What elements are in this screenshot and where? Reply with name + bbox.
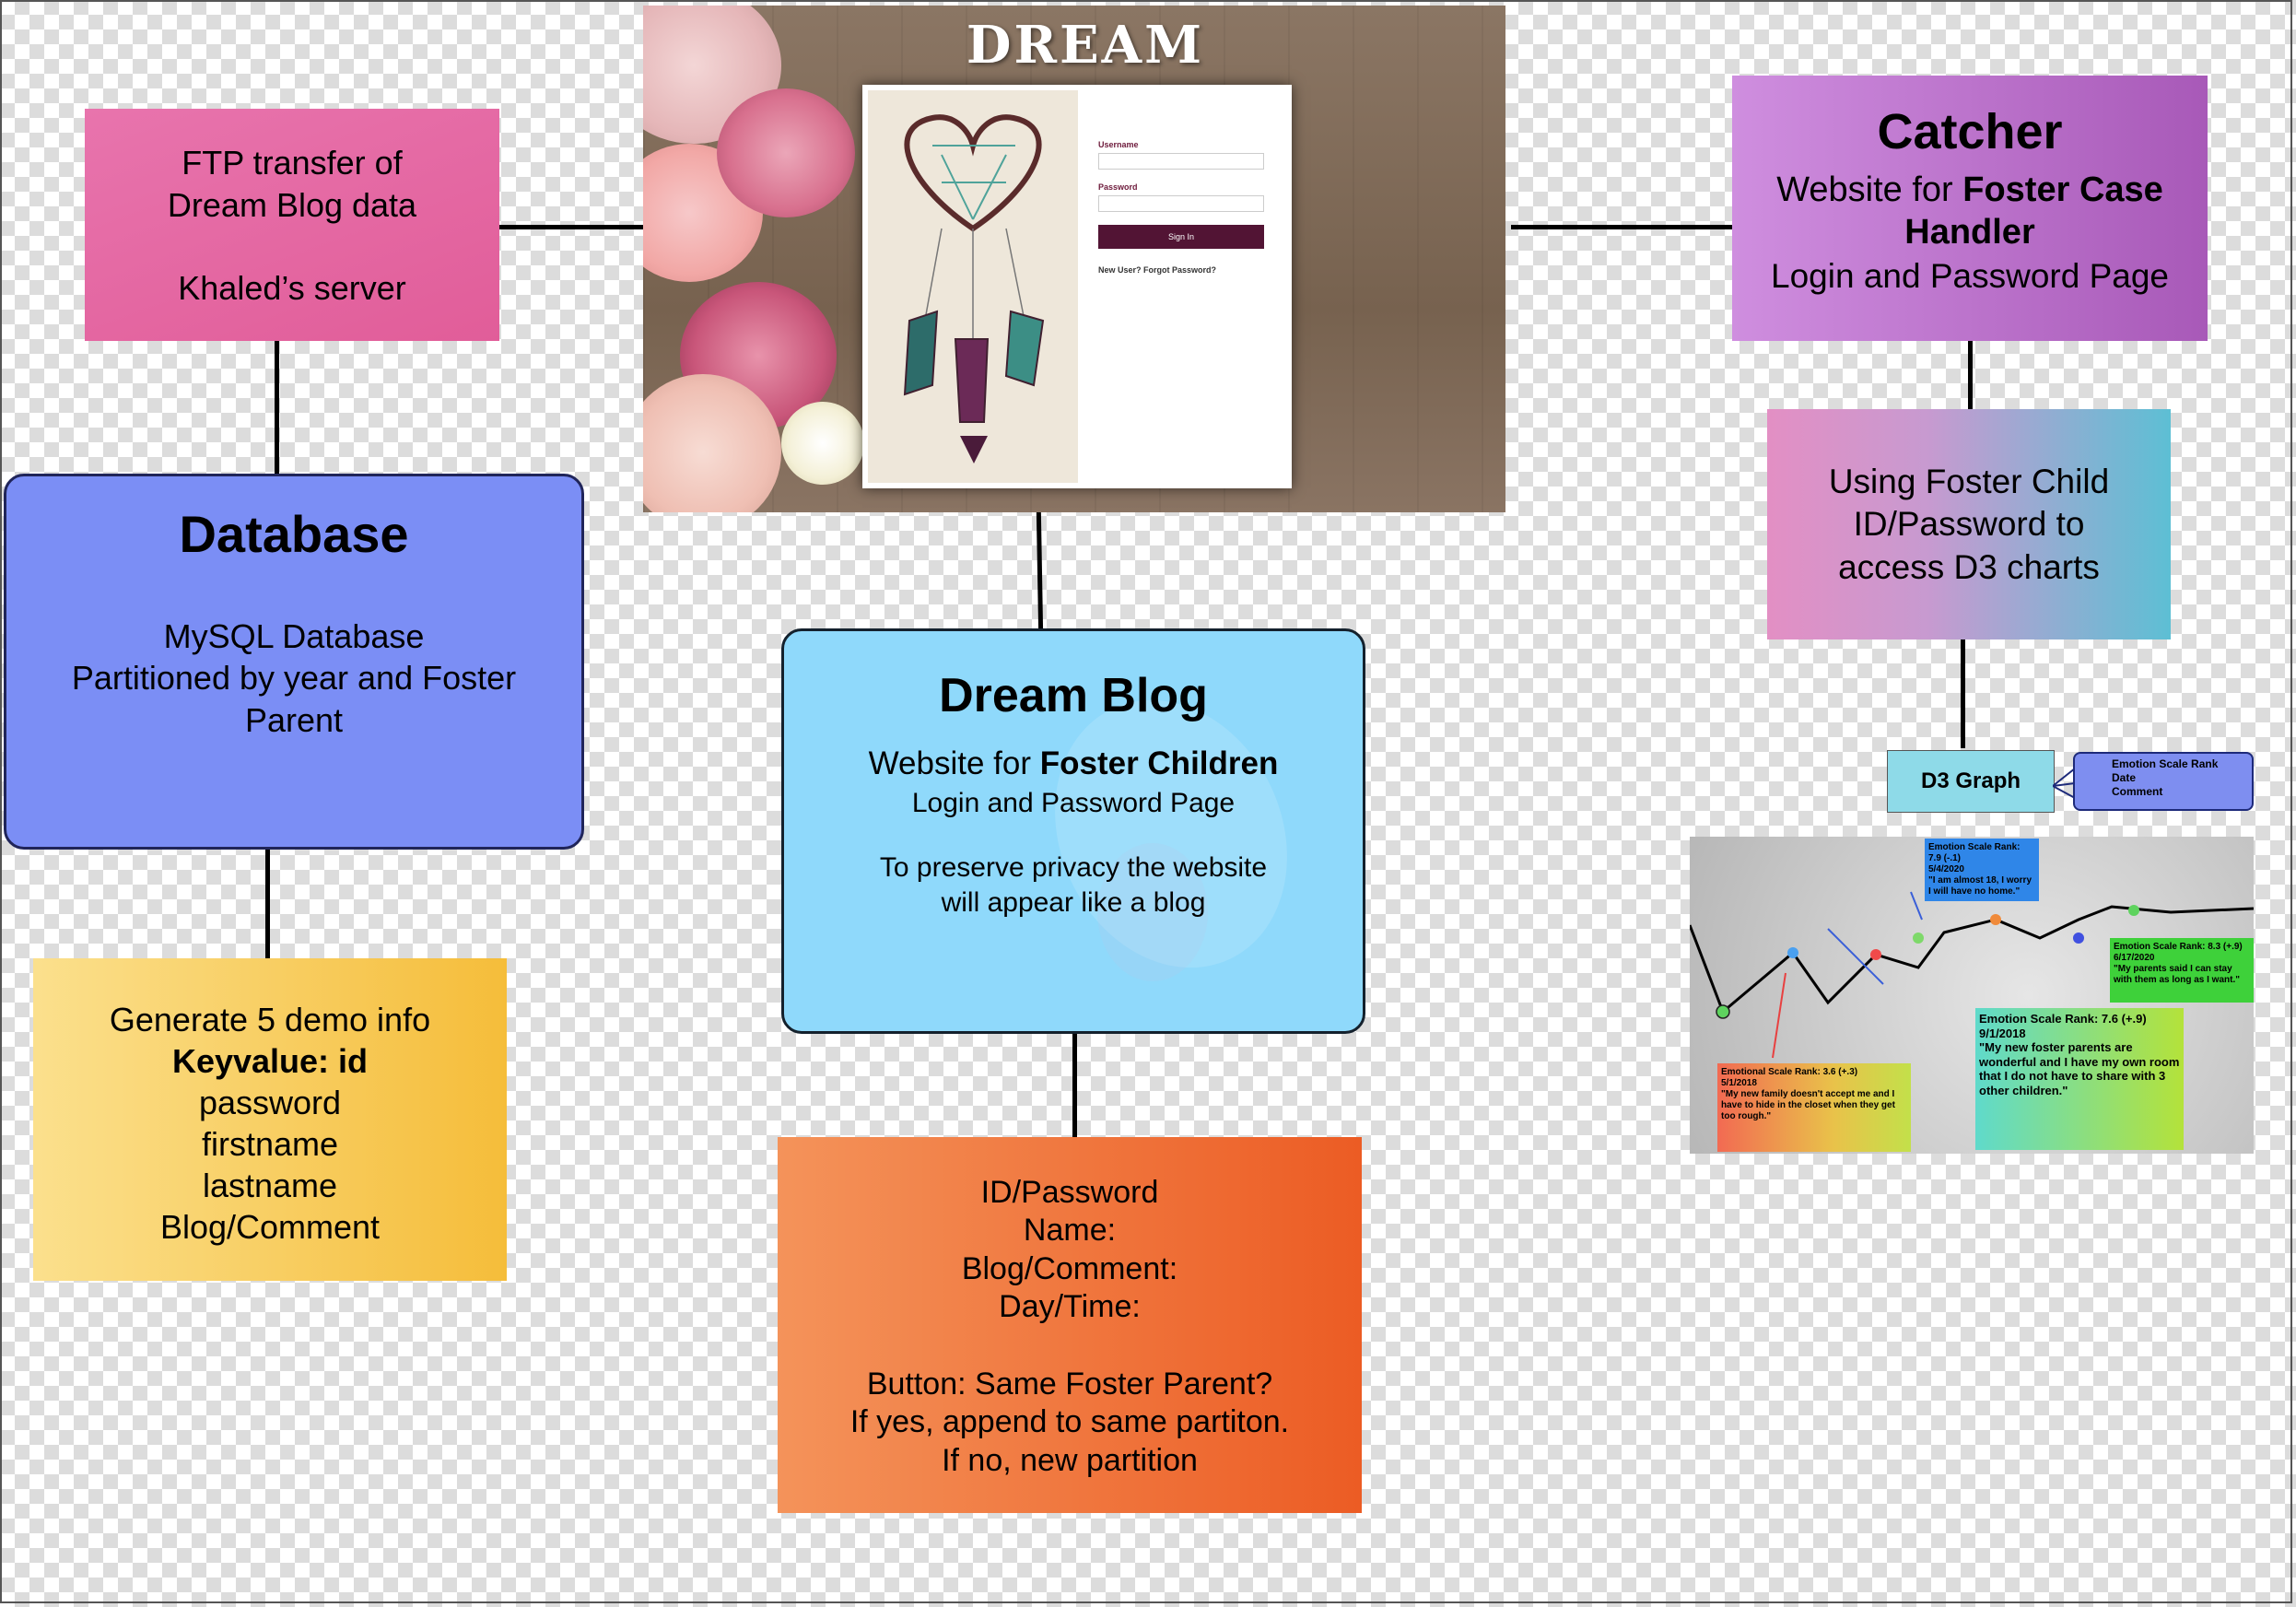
- account-links[interactable]: New User? Forgot Password?: [1098, 265, 1264, 275]
- data-point: [2073, 933, 2084, 944]
- note-4-rank: Emotional Scale Rank: 3.6 (+.3): [1721, 1067, 1858, 1077]
- note-pointer: [1772, 972, 1786, 1059]
- connector-screenshot-catcher: [1511, 225, 1732, 229]
- chart-note-2: Emotion Scale Rank: 8.3 (+.9) 6/17/2020 …: [2110, 938, 2254, 1003]
- database-line2: Partitioned by year and Foster: [71, 659, 517, 698]
- chart-note-4: Emotional Scale Rank: 3.6 (+.3) 5/1/2018…: [1717, 1063, 1911, 1152]
- orange-line7: If no, new partition: [942, 1442, 1198, 1478]
- data-point: [1787, 947, 1798, 958]
- rose-decoration: [717, 88, 855, 217]
- note-1-rank: Emotion Scale Rank: 7.9 (-.1): [1928, 842, 2021, 863]
- data-point: [1716, 1004, 1730, 1019]
- orange-line2: Name:: [1023, 1213, 1117, 1249]
- ftp-line3: Khaled’s server: [178, 269, 406, 308]
- data-point: [1870, 949, 1881, 960]
- orange-line6: If yes, append to same partiton.: [849, 1404, 1290, 1440]
- catcher-line1: Website for Foster Case Handler: [1732, 170, 2208, 253]
- database-title: Database: [179, 505, 409, 563]
- dreamcatcher-illustration: [868, 90, 1078, 483]
- password-field[interactable]: [1098, 195, 1264, 212]
- login-page-screenshot: DREAM CATCHER Username Password: [643, 6, 1505, 512]
- orange-line3: Blog/Comment:: [961, 1250, 1178, 1286]
- sign-in-button[interactable]: Sign In: [1098, 225, 1264, 249]
- legend-item-comment: Comment: [2112, 785, 2163, 798]
- data-point: [1990, 914, 2001, 925]
- generate-line2: Keyvalue: id: [171, 1042, 369, 1080]
- note-3-rank: Emotion Scale Rank: 7.6 (+.9): [1979, 1012, 2147, 1026]
- connector-ftp-screenshot: [499, 225, 643, 229]
- using-line1: Using Foster Child: [1828, 463, 2110, 500]
- ftp-transfer-box: FTP transfer of Dream Blog data Khaled’s…: [85, 109, 499, 341]
- d3-graph-preview: D3 Graph Emotion Scale Rank Date Comment: [1682, 745, 2255, 1161]
- blog-line1: Website for Foster Children: [784, 745, 1363, 782]
- connector-database-generate: [265, 850, 270, 958]
- connector-blog-orange: [1072, 1034, 1077, 1137]
- d3-graph-badge: D3 Graph: [1887, 750, 2055, 813]
- blog-line1-bold: Foster Children: [1039, 745, 1279, 781]
- blog-title: Dream Blog: [939, 669, 1208, 722]
- connector-using-d3: [1961, 639, 1965, 748]
- blog-line1-prefix: Website for: [868, 745, 1040, 781]
- note-2-rank: Emotion Scale Rank: 8.3 (+.9): [2114, 942, 2243, 952]
- connector-ftp-database: [275, 341, 279, 474]
- note-4-text: "My new family doesn't accept me and I h…: [1721, 1089, 1895, 1121]
- chart-note-3: Emotion Scale Rank: 7.6 (+.9) 9/1/2018 "…: [1975, 1008, 2184, 1150]
- data-point: [2128, 905, 2139, 916]
- generate-line3: password: [198, 1084, 342, 1121]
- d3-legend-box: Emotion Scale Rank Date Comment: [2073, 752, 2254, 811]
- generate-line6: Blog/Comment: [159, 1208, 381, 1246]
- dream-blog-box: Dream Blog Website for Foster Children L…: [781, 628, 1365, 1034]
- data-point: [1913, 933, 1924, 944]
- note-2-date: 6/17/2020: [2114, 953, 2155, 963]
- generate-line4: firstname: [201, 1125, 339, 1163]
- note-3-text: "My new foster parents are wonderful and…: [1979, 1040, 2180, 1097]
- catcher-line2: Login and Password Page: [1771, 257, 2169, 296]
- username-field[interactable]: [1098, 153, 1264, 170]
- diagram-canvas: FTP transfer of Dream Blog data Khaled’s…: [0, 0, 2296, 1607]
- legend-item-date: Date: [2112, 771, 2137, 784]
- login-card: Username Password Sign In New User? Forg…: [862, 85, 1292, 488]
- orange-line4: Day/Time:: [999, 1289, 1141, 1325]
- ftp-line2: Dream Blog data: [167, 186, 417, 225]
- blog-line4: will appear like a blog: [941, 886, 1206, 918]
- note-1-date: 5/4/2020: [1928, 864, 1964, 874]
- note-4-date: 5/1/2018: [1721, 1078, 1757, 1088]
- catcher-box: Catcher Website for Foster Case Handler …: [1732, 76, 2208, 341]
- connector-screenshot-blog: [1036, 511, 1044, 633]
- note-pointer: [1910, 891, 1923, 921]
- catcher-title: Catcher: [1877, 104, 2063, 159]
- orange-line5: Button: Same Foster Parent?: [866, 1366, 1273, 1402]
- rose-decoration: [781, 402, 864, 485]
- using-foster-child-box: Using Foster Child ID/Password to access…: [1767, 409, 2171, 639]
- note-1-text: "I am almost 18, I worry I will have no …: [1928, 875, 2032, 897]
- generate-line5: lastname: [202, 1167, 338, 1204]
- catcher-line1-prefix: Website for: [1776, 170, 1963, 209]
- blog-line3: To preserve privacy the website: [879, 852, 1268, 883]
- database-line3: Parent: [244, 700, 344, 739]
- password-label: Password: [1098, 182, 1138, 192]
- database-box: Database MySQL Database Partitioned by y…: [4, 474, 584, 850]
- using-line3: access D3 charts: [1838, 547, 2100, 586]
- generate-line1: Generate 5 demo info: [109, 1001, 431, 1038]
- note-3-date: 9/1/2018: [1979, 1026, 2026, 1040]
- emotion-line-chart: Emotion Scale Rank: 7.9 (-.1) 5/4/2020 "…: [1690, 837, 2254, 1154]
- generate-demo-box: Generate 5 demo info Keyvalue: id passwo…: [33, 958, 507, 1281]
- note-2-text: "My parents said I can stay with them as…: [2114, 964, 2240, 985]
- legend-item-rank: Emotion Scale Rank: [2112, 757, 2219, 770]
- legend-connector: [2053, 768, 2075, 799]
- blog-fields-box: ID/Password Name: Blog/Comment: Day/Time…: [778, 1137, 1362, 1513]
- orange-line1: ID/Password: [980, 1175, 1159, 1210]
- blog-line2: Login and Password Page: [911, 788, 1236, 818]
- ftp-line1: FTP transfer of: [182, 144, 403, 182]
- username-label: Username: [1098, 140, 1139, 149]
- login-form: Username Password Sign In New User? Forg…: [1098, 140, 1264, 275]
- chart-note-1: Emotion Scale Rank: 7.9 (-.1) 5/4/2020 "…: [1925, 839, 2039, 901]
- using-line2: ID/Password to: [1853, 505, 2085, 544]
- connector-catcher-using: [1968, 341, 1973, 409]
- database-line1: MySQL Database: [163, 617, 425, 655]
